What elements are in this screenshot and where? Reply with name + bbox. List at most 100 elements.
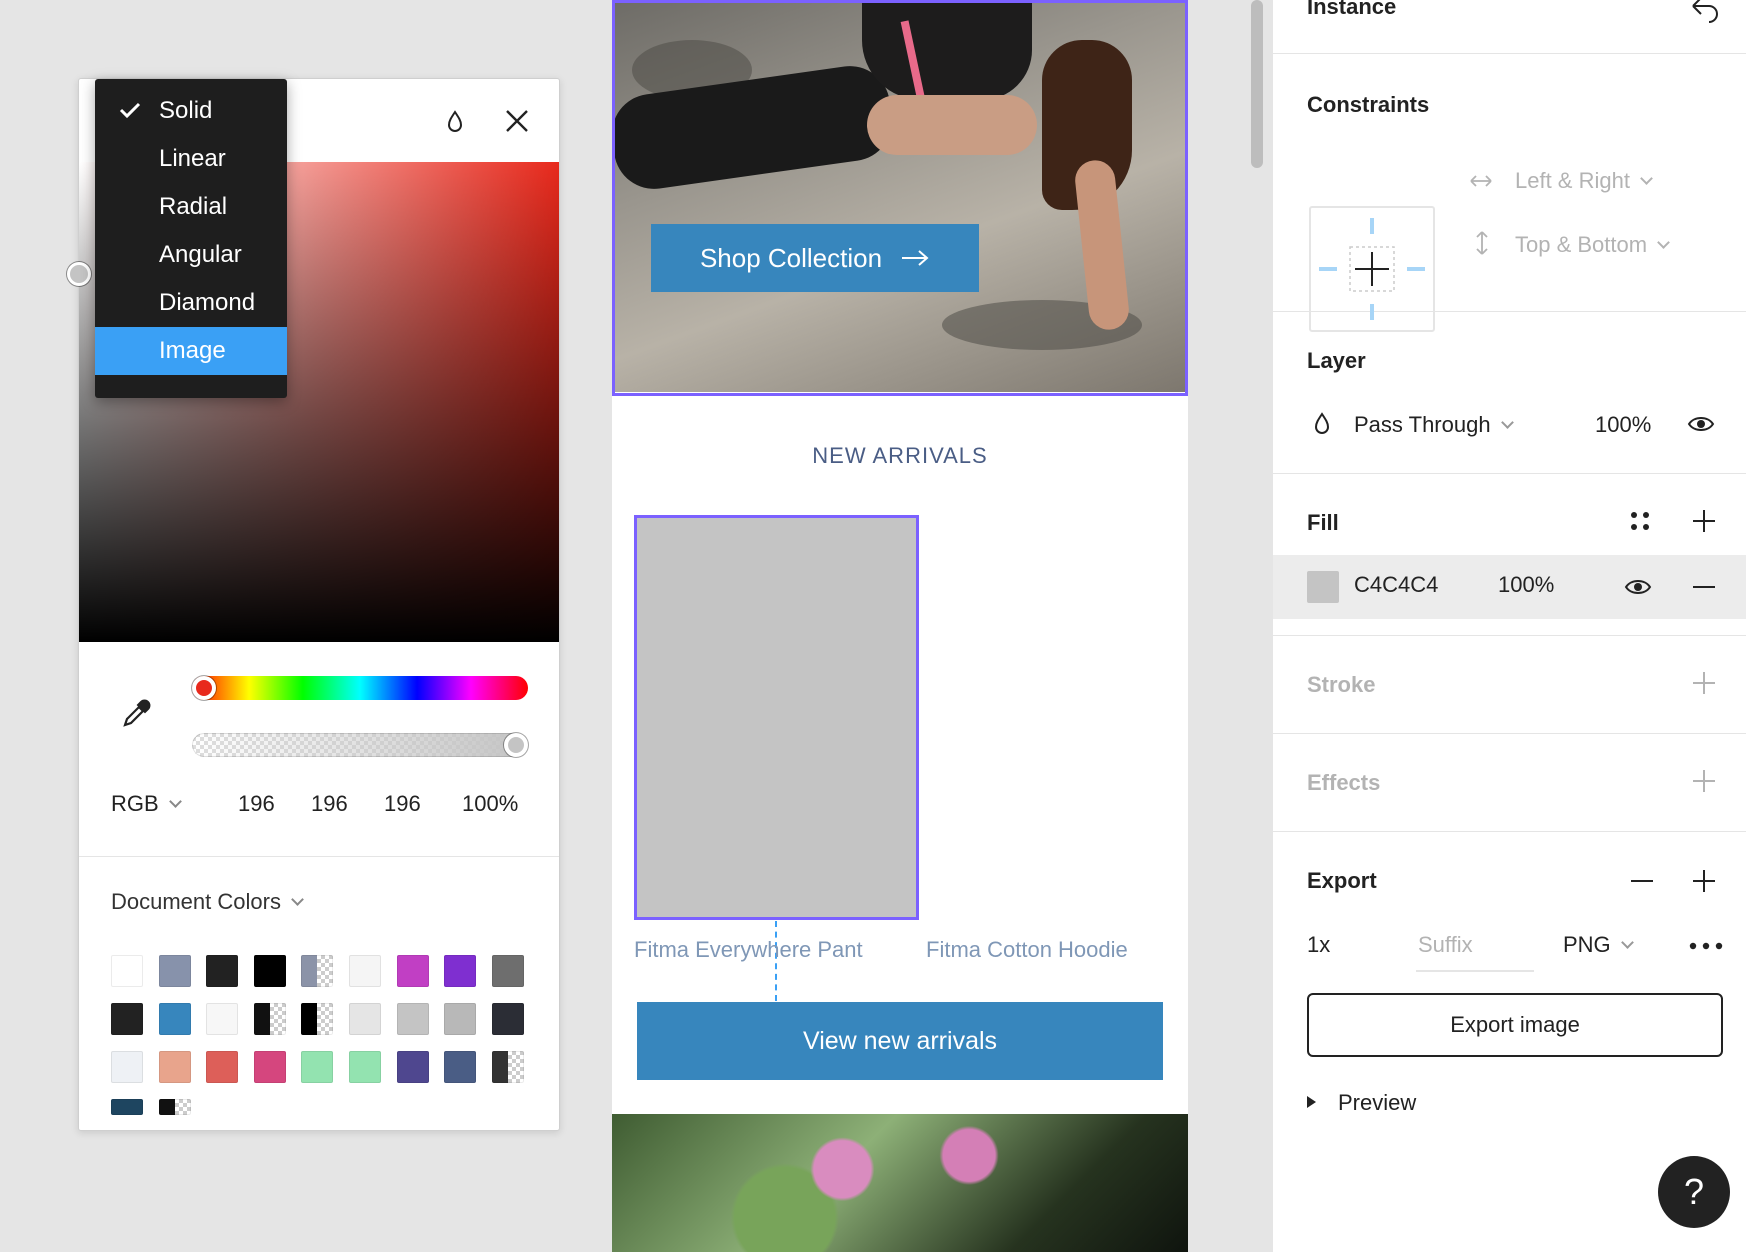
add-effect-plus-icon[interactable] bbox=[1691, 768, 1717, 794]
alpha-slider-knob[interactable] bbox=[504, 733, 528, 757]
color-swatch[interactable] bbox=[301, 1051, 334, 1083]
alpha-value-input[interactable]: 100% bbox=[462, 791, 518, 817]
menu-item-image[interactable]: Image bbox=[95, 327, 287, 375]
chevron-down-icon bbox=[1620, 936, 1634, 949]
color-swatch[interactable] bbox=[158, 1003, 191, 1035]
color-swatch[interactable] bbox=[206, 1051, 239, 1083]
horizontal-constraint-label: Left & Right bbox=[1515, 168, 1630, 193]
menu-item-linear[interactable]: Linear bbox=[95, 135, 287, 183]
add-stroke-plus-icon[interactable] bbox=[1691, 670, 1717, 696]
color-swatch[interactable] bbox=[111, 1051, 143, 1083]
color-swatch[interactable] bbox=[491, 1051, 524, 1083]
color-swatch[interactable] bbox=[111, 955, 143, 987]
stroke-title: Stroke bbox=[1307, 672, 1376, 697]
hue-slider[interactable] bbox=[192, 676, 528, 700]
help-button[interactable]: ? bbox=[1658, 1156, 1730, 1228]
color-swatch[interactable] bbox=[253, 1051, 286, 1083]
vertical-constraint-select[interactable]: Top & Bottom bbox=[1515, 232, 1670, 258]
add-fill-plus-icon[interactable] bbox=[1691, 508, 1717, 534]
color-swatch[interactable] bbox=[301, 955, 334, 987]
color-swatch[interactable] bbox=[444, 1003, 477, 1035]
color-swatch[interactable] bbox=[253, 1003, 286, 1035]
color-swatch[interactable] bbox=[158, 955, 191, 987]
color-swatch[interactable] bbox=[444, 955, 477, 987]
more-options-icon[interactable] bbox=[1689, 942, 1723, 950]
color-swatch[interactable] bbox=[349, 1003, 381, 1035]
garden-image[interactable] bbox=[612, 1114, 1188, 1252]
document-colors-label: Document Colors bbox=[111, 889, 281, 914]
layer-opacity-input[interactable]: 100% bbox=[1595, 412, 1651, 438]
menu-item-diamond[interactable]: Diamond bbox=[95, 279, 287, 327]
fill-color-swatch[interactable] bbox=[1307, 571, 1339, 603]
menu-item-angular[interactable]: Angular bbox=[95, 231, 287, 279]
color-swatch[interactable] bbox=[111, 1003, 143, 1035]
green-value-input[interactable]: 196 bbox=[311, 791, 348, 817]
product-name[interactable]: Fitma Everywhere Pant bbox=[634, 937, 863, 963]
chevron-down-icon bbox=[1640, 172, 1653, 185]
horizontal-constraint-select[interactable]: Left & Right bbox=[1515, 168, 1653, 194]
color-swatch[interactable] bbox=[111, 1099, 143, 1115]
fill-type-menu: Solid Linear Radial Angular Diamond Imag… bbox=[95, 79, 287, 398]
eye-icon[interactable] bbox=[1624, 577, 1652, 597]
color-swatch[interactable] bbox=[349, 955, 381, 987]
constraints-title: Constraints bbox=[1307, 92, 1430, 117]
checkmark-icon bbox=[119, 102, 141, 119]
color-swatch[interactable] bbox=[396, 1051, 429, 1083]
eyedropper-icon[interactable] bbox=[119, 697, 153, 731]
product-name[interactable]: Fitma Cotton Hoodie bbox=[926, 937, 1128, 963]
menu-item-solid[interactable]: Solid bbox=[95, 87, 287, 135]
color-swatch[interactable] bbox=[396, 1003, 429, 1035]
detach-instance-icon[interactable] bbox=[1689, 0, 1723, 24]
blue-value-input[interactable]: 196 bbox=[384, 791, 421, 817]
export-suffix-input[interactable]: Suffix bbox=[1416, 926, 1534, 972]
remove-export-minus-icon[interactable] bbox=[1629, 868, 1655, 894]
style-grid-icon[interactable] bbox=[1629, 510, 1651, 532]
color-swatch[interactable] bbox=[301, 1003, 334, 1035]
preview-toggle[interactable]: Preview bbox=[1307, 1090, 1416, 1116]
layer-section: Layer Pass Through 100% bbox=[1273, 312, 1746, 474]
menu-item-label: Linear bbox=[159, 145, 226, 172]
color-swatch[interactable] bbox=[206, 1003, 239, 1035]
export-title: Export bbox=[1307, 868, 1377, 893]
color-swatch[interactable] bbox=[491, 1003, 524, 1035]
red-value-input[interactable]: 196 bbox=[238, 791, 275, 817]
add-export-plus-icon[interactable] bbox=[1691, 868, 1717, 894]
design-frame[interactable]: Shop Collection NEW ARRIVALS Fitma Every… bbox=[612, 0, 1188, 1252]
color-swatch[interactable] bbox=[158, 1099, 191, 1115]
vertical-arrows-icon bbox=[1476, 231, 1488, 255]
document-colors-select[interactable]: Document Colors bbox=[111, 889, 304, 915]
color-swatch[interactable] bbox=[491, 955, 524, 987]
view-new-arrivals-button[interactable]: View new arrivals bbox=[637, 1002, 1163, 1080]
color-swatch[interactable] bbox=[349, 1051, 381, 1083]
fill-row[interactable]: C4C4C4 100% bbox=[1273, 555, 1746, 619]
hue-slider-knob[interactable] bbox=[192, 676, 216, 700]
color-values-row: RGB 196 196 196 100% bbox=[111, 791, 531, 821]
color-swatch[interactable] bbox=[444, 1051, 477, 1083]
blend-drop-icon[interactable] bbox=[441, 108, 469, 136]
export-image-button[interactable]: Export image bbox=[1307, 993, 1723, 1057]
fill-opacity-input[interactable]: 100% bbox=[1498, 572, 1554, 598]
product-image-placeholder[interactable] bbox=[634, 515, 919, 920]
fill-hex-input[interactable]: C4C4C4 bbox=[1354, 572, 1438, 598]
blend-drop-icon bbox=[1314, 412, 1330, 434]
color-swatch[interactable] bbox=[206, 955, 239, 987]
instance-section: Instance bbox=[1273, 0, 1746, 54]
alpha-slider[interactable] bbox=[192, 733, 528, 757]
eye-icon[interactable] bbox=[1687, 414, 1715, 434]
blend-mode-select[interactable]: Pass Through bbox=[1354, 412, 1514, 438]
color-mode-select[interactable]: RGB bbox=[111, 791, 182, 817]
close-icon[interactable] bbox=[503, 107, 531, 135]
remove-fill-minus-icon[interactable] bbox=[1691, 574, 1717, 600]
menu-item-label: Radial bbox=[159, 193, 228, 220]
chevron-down-icon bbox=[291, 893, 304, 906]
color-swatch[interactable] bbox=[396, 955, 429, 987]
menu-item-label: Angular bbox=[159, 241, 242, 268]
saturation-handle[interactable] bbox=[67, 262, 91, 286]
canvas-scrollbar[interactable] bbox=[1251, 0, 1263, 168]
export-format-select[interactable]: PNG bbox=[1563, 932, 1634, 958]
color-swatch[interactable] bbox=[158, 1051, 191, 1083]
export-scale-select[interactable]: 1x bbox=[1307, 932, 1330, 958]
menu-item-radial[interactable]: Radial bbox=[95, 183, 287, 231]
preview-label: Preview bbox=[1338, 1090, 1417, 1115]
color-swatch[interactable] bbox=[253, 955, 286, 987]
